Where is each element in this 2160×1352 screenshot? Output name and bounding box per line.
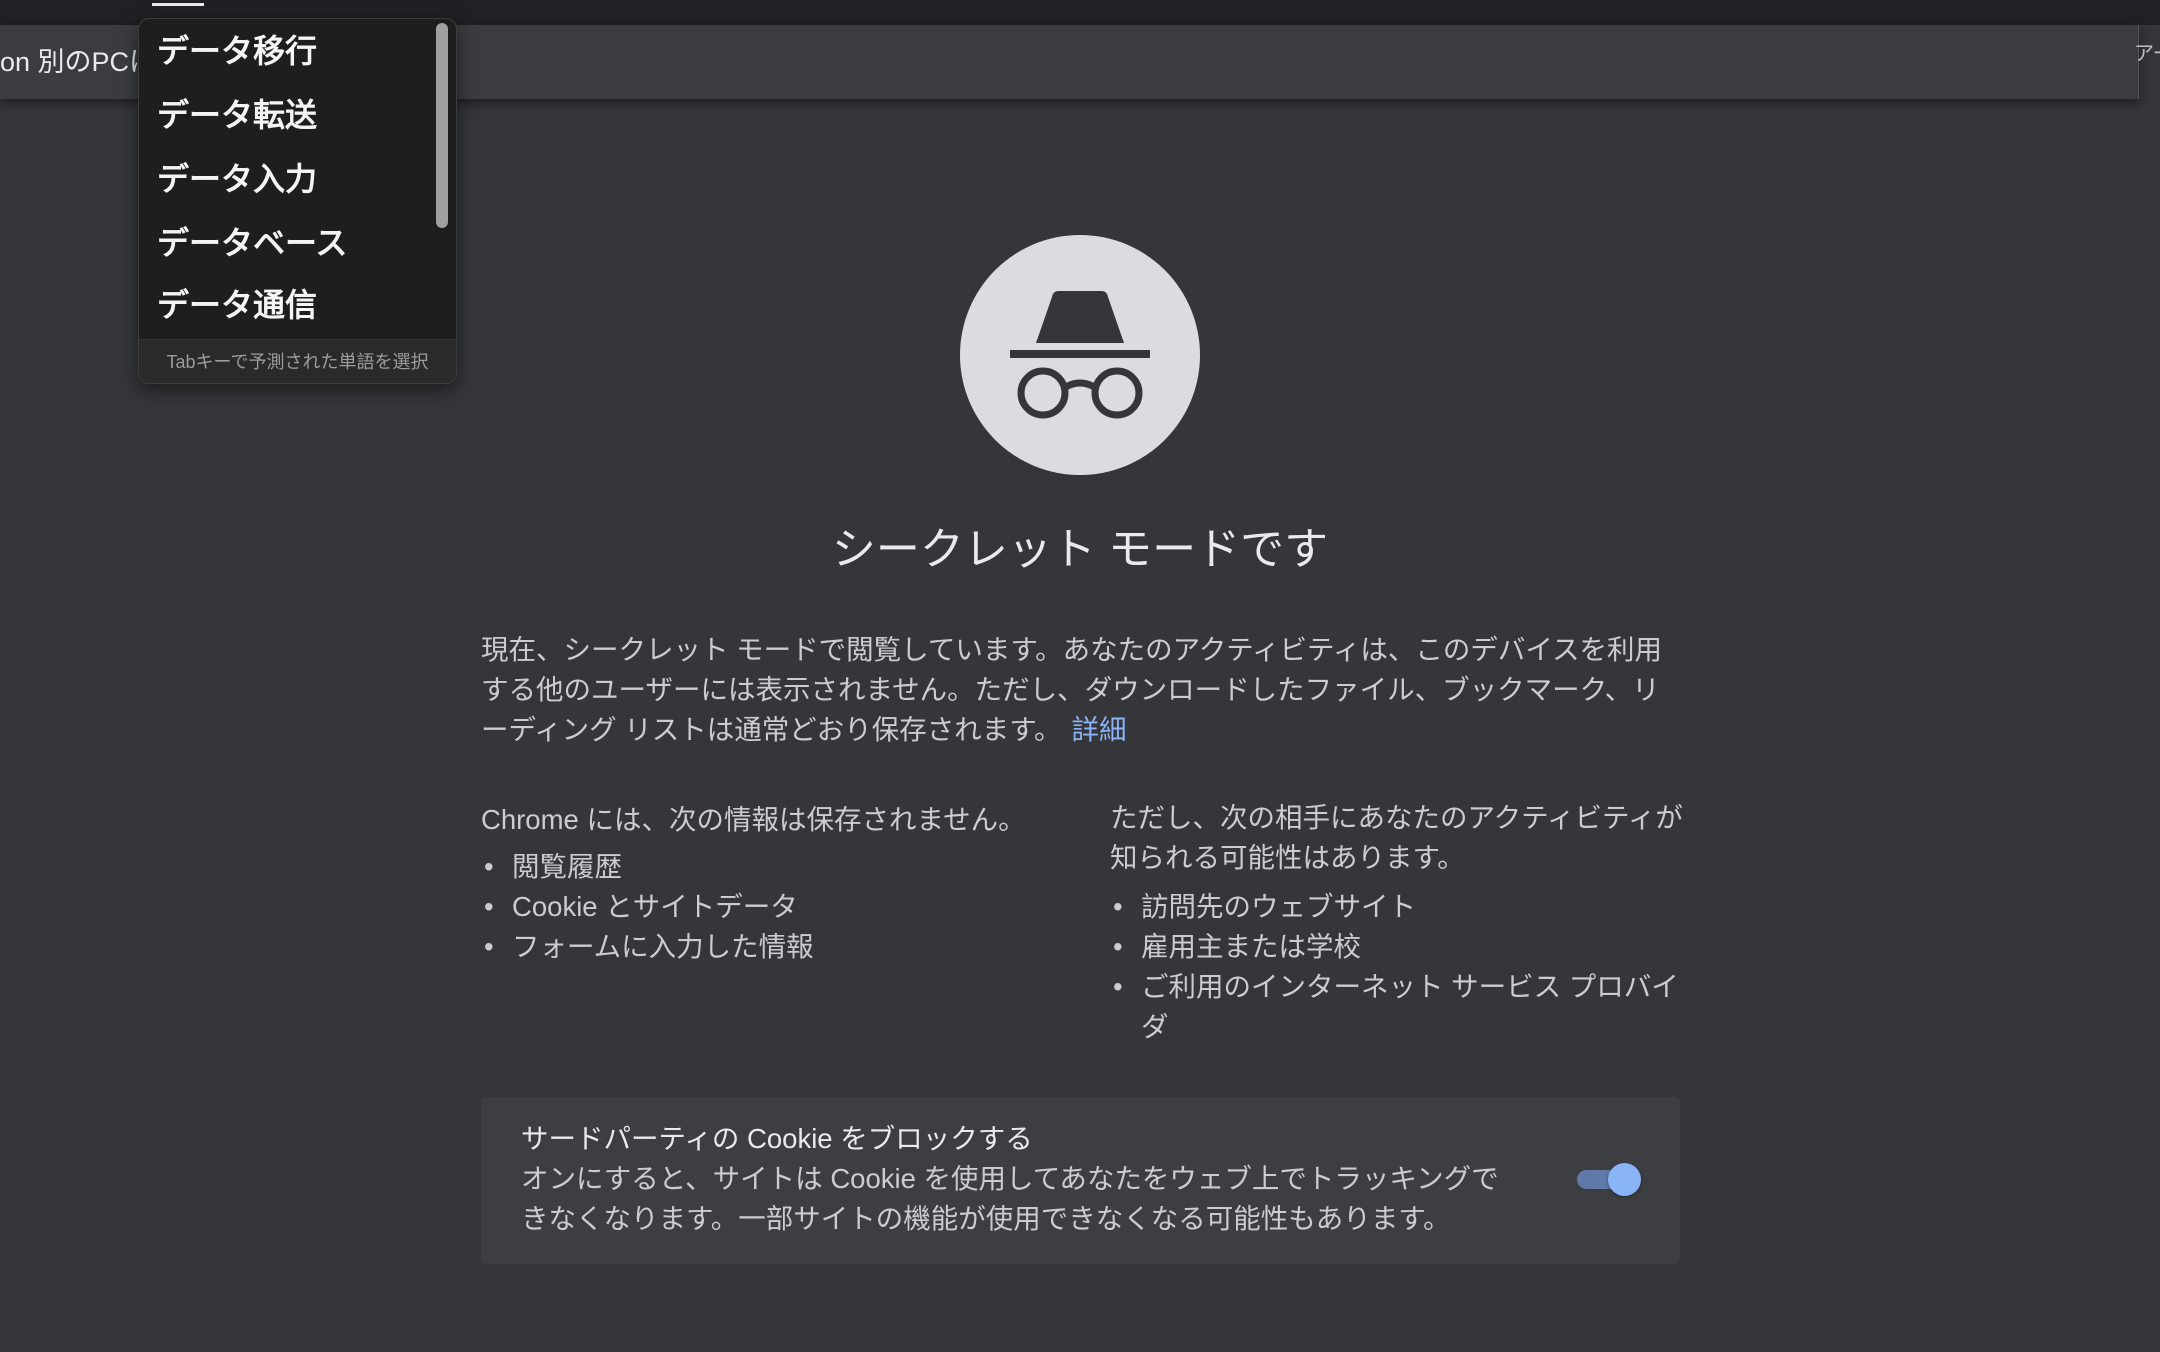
ime-candidate-window: データ移行 データ転送 データ入力 データベース データ通信 Tabキーで予測さ… [138, 18, 457, 384]
cookie-controls-title: サードパーティの Cookie をブロックする [521, 1123, 1033, 1154]
cookie-controls-description: オンにすると、サイトは Cookie を使用してあなたをウェブ上でトラッキングで… [521, 1163, 1499, 1234]
ime-composition-underline [152, 3, 204, 6]
not-saved-heading: Chrome には、次の情報は保存されません。 [481, 804, 1026, 835]
omnibox-suggestion-text[interactable]: on 別のPCに [0, 45, 156, 79]
ime-candidate[interactable]: データ移行 [157, 23, 317, 79]
may-be-visible-heading: ただし、次の相手にあなたのアクティビティが知られる可能性はあります。 [1110, 802, 1683, 873]
right-edge-text: アー [2134, 43, 2160, 65]
ime-hint: Tabキーで予測された単語を選択 [139, 339, 456, 383]
incognito-icon [960, 235, 1200, 475]
learn-more-link[interactable]: 詳細 [1071, 714, 1126, 745]
list-item: Cookie とサイトデータ [481, 887, 1061, 927]
not-saved-list: 閲覧履歴 Cookie とサイトデータ フォームに入力した情報 [481, 847, 1061, 967]
may-be-visible-list: 訪問先のウェブサイト 雇用主または学校 ご利用のインターネット サービス プロバ… [1110, 887, 1685, 1047]
cookie-controls-card: サードパーティの Cookie をブロックする オンにすると、サイトは Cook… [481, 1097, 1680, 1264]
not-saved-column: Chrome には、次の情報は保存されません。 閲覧履歴 Cookie とサイト… [481, 800, 1061, 967]
ime-candidate[interactable]: データ通信 [157, 277, 317, 333]
incognito-description: 現在、シークレット モードで閲覧しています。あなたのアクティビティは、このデバイ… [481, 630, 1680, 750]
ime-candidate[interactable]: データ転送 [157, 87, 317, 143]
list-item: ご利用のインターネット サービス プロバイダ [1110, 967, 1685, 1047]
may-be-visible-column: ただし、次の相手にあなたのアクティビティが知られる可能性はあります。 訪問先のウ… [1110, 798, 1685, 1047]
block-third-party-cookies-toggle[interactable] [1577, 1163, 1641, 1196]
list-item: 雇用主または学校 [1110, 927, 1685, 967]
list-item: 閲覧履歴 [481, 847, 1061, 887]
ime-candidate[interactable]: データベース [157, 215, 347, 271]
list-item: フォームに入力した情報 [481, 927, 1061, 967]
ime-candidate[interactable]: データ入力 [157, 151, 317, 207]
page-title: シークレット モードです [831, 525, 1329, 574]
toggle-knob [1608, 1163, 1641, 1196]
list-item: 訪問先のウェブサイト [1110, 887, 1685, 927]
ime-scrollbar[interactable] [436, 23, 448, 228]
